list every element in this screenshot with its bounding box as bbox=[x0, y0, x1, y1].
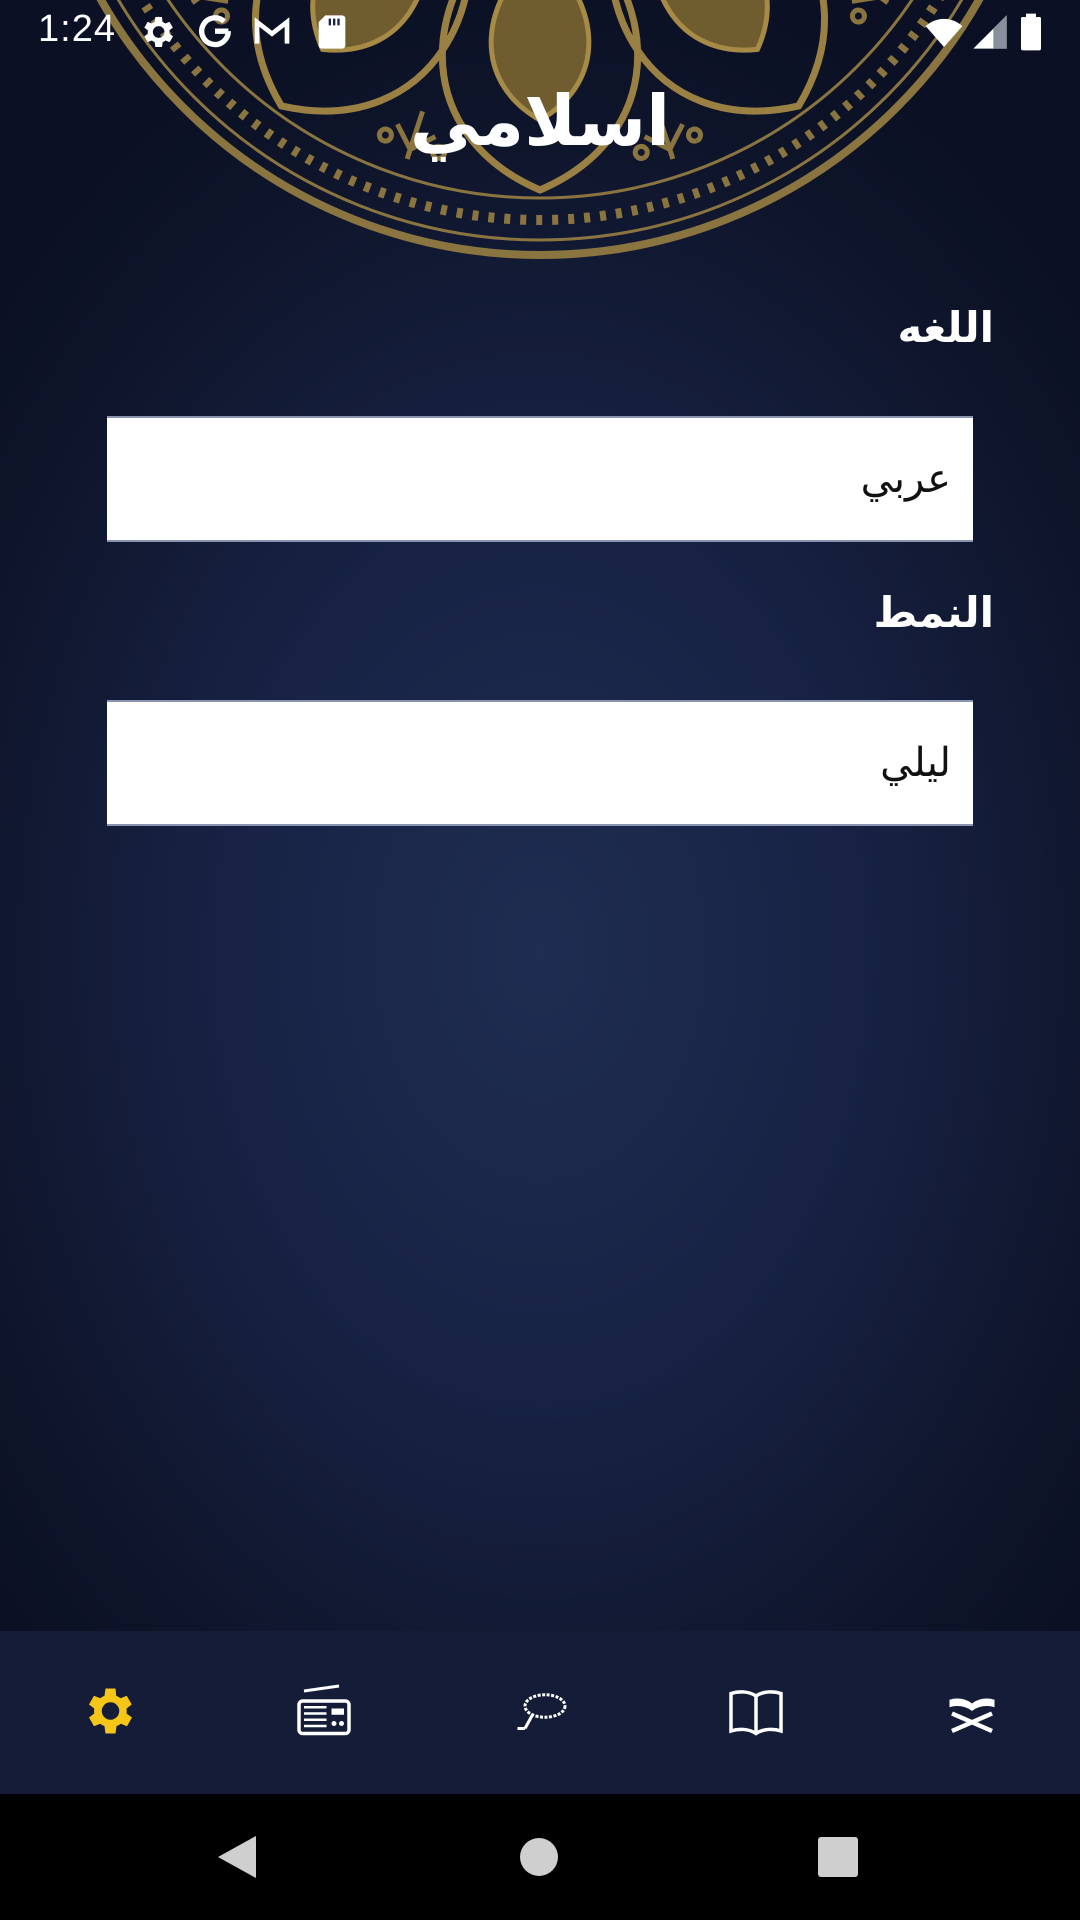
sd-card-icon bbox=[318, 15, 346, 49]
language-value: عربي bbox=[860, 456, 951, 502]
settings-icon bbox=[89, 1688, 132, 1734]
status-bar: 1:24 bbox=[0, 0, 1080, 63]
book-icon bbox=[729, 1690, 783, 1736]
battery-icon bbox=[1021, 13, 1041, 51]
bottom-navigation bbox=[0, 1631, 1080, 1794]
quran-icon bbox=[949, 1698, 995, 1734]
recents-icon[interactable] bbox=[817, 1836, 859, 1878]
system-navigation-bar bbox=[0, 1794, 1080, 1920]
nav-book[interactable] bbox=[648, 1631, 864, 1794]
tasbeeh-icon bbox=[517, 1693, 567, 1730]
wifi-icon bbox=[925, 18, 963, 47]
radio-icon bbox=[297, 1684, 351, 1736]
gmail-icon bbox=[254, 17, 290, 44]
nav-radio[interactable] bbox=[216, 1631, 432, 1794]
theme-value: ليلي bbox=[880, 740, 951, 786]
nav-settings[interactable] bbox=[0, 1631, 216, 1794]
theme-select[interactable]: ليلي bbox=[107, 700, 973, 826]
home-icon[interactable] bbox=[518, 1836, 560, 1878]
language-select[interactable]: عربي bbox=[107, 416, 973, 542]
theme-label: النمط bbox=[873, 588, 994, 637]
nav-quran[interactable] bbox=[864, 1631, 1080, 1794]
language-label: اللغه bbox=[897, 303, 995, 352]
google-icon bbox=[199, 15, 231, 48]
nav-tasbeeh[interactable] bbox=[432, 1631, 648, 1794]
app-screen: 1:24 اسلامي اللغه عربي النمط ليلي bbox=[0, 0, 1080, 1920]
status-time: 1:24 bbox=[38, 8, 116, 50]
page-title: اسلامي bbox=[409, 80, 671, 162]
back-icon[interactable] bbox=[216, 1834, 258, 1880]
signal-icon bbox=[973, 15, 1007, 49]
settings-icon bbox=[144, 17, 173, 47]
